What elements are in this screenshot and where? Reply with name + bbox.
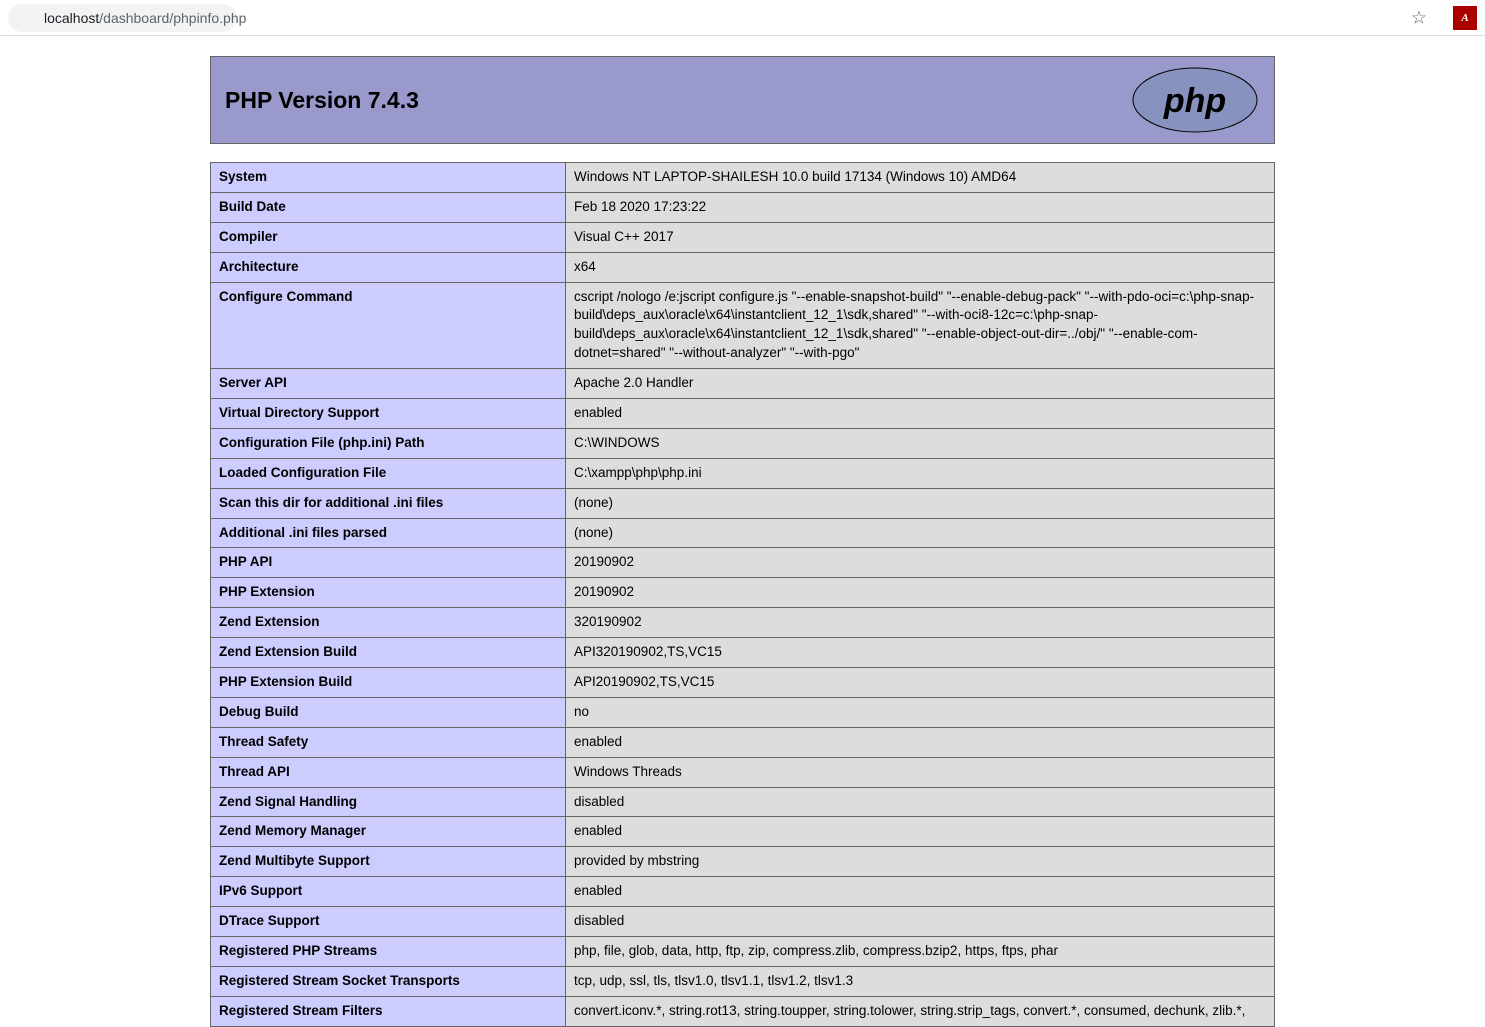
config-value: C:\WINDOWS bbox=[566, 428, 1275, 458]
svg-text:php: php bbox=[1163, 82, 1226, 120]
adobe-extension-icon[interactable]: A bbox=[1453, 6, 1477, 30]
table-row: Virtual Directory Supportenabled bbox=[211, 399, 1275, 429]
browser-address-bar: i localhost/dashboard/phpinfo.php ☆ A bbox=[0, 0, 1485, 36]
config-value: (none) bbox=[566, 488, 1275, 518]
config-key: Configuration File (php.ini) Path bbox=[211, 428, 566, 458]
table-row: SystemWindows NT LAPTOP-SHAILESH 10.0 bu… bbox=[211, 163, 1275, 193]
table-row: DTrace Supportdisabled bbox=[211, 907, 1275, 937]
config-key: Zend Multibyte Support bbox=[211, 847, 566, 877]
config-value: 20190902 bbox=[566, 578, 1275, 608]
config-value: x64 bbox=[566, 252, 1275, 282]
config-key: Zend Signal Handling bbox=[211, 787, 566, 817]
config-value: Feb 18 2020 17:23:22 bbox=[566, 192, 1275, 222]
config-value: Apache 2.0 Handler bbox=[566, 369, 1275, 399]
config-key: Zend Extension Build bbox=[211, 638, 566, 668]
config-value: php, file, glob, data, http, ftp, zip, c… bbox=[566, 937, 1275, 967]
config-key: Registered PHP Streams bbox=[211, 937, 566, 967]
config-value: Visual C++ 2017 bbox=[566, 222, 1275, 252]
config-value: Windows Threads bbox=[566, 757, 1275, 787]
config-key: Architecture bbox=[211, 252, 566, 282]
config-key: Debug Build bbox=[211, 697, 566, 727]
php-version-title: PHP Version 7.4.3 bbox=[225, 87, 419, 114]
table-row: CompilerVisual C++ 2017 bbox=[211, 222, 1275, 252]
table-row: Additional .ini files parsed(none) bbox=[211, 518, 1275, 548]
config-key: IPv6 Support bbox=[211, 877, 566, 907]
config-value: enabled bbox=[566, 399, 1275, 429]
config-value: no bbox=[566, 697, 1275, 727]
table-row: Architecturex64 bbox=[211, 252, 1275, 282]
config-key: Scan this dir for additional .ini files bbox=[211, 488, 566, 518]
table-row: Registered Stream Filtersconvert.iconv.*… bbox=[211, 996, 1275, 1026]
config-key: Compiler bbox=[211, 222, 566, 252]
url-input-wrap[interactable]: i localhost/dashboard/phpinfo.php ☆ bbox=[8, 4, 1439, 32]
config-key: System bbox=[211, 163, 566, 193]
table-row: Zend Signal Handlingdisabled bbox=[211, 787, 1275, 817]
table-row: Scan this dir for additional .ini files(… bbox=[211, 488, 1275, 518]
config-value: provided by mbstring bbox=[566, 847, 1275, 877]
config-value: convert.iconv.*, string.rot13, string.to… bbox=[566, 996, 1275, 1026]
phpinfo-header: PHP Version 7.4.3 php bbox=[210, 56, 1275, 144]
table-row: Registered PHP Streamsphp, file, glob, d… bbox=[211, 937, 1275, 967]
table-row: Zend Extension BuildAPI320190902,TS,VC15 bbox=[211, 638, 1275, 668]
config-key: Registered Stream Filters bbox=[211, 996, 566, 1026]
config-value: enabled bbox=[566, 817, 1275, 847]
phpinfo-table: SystemWindows NT LAPTOP-SHAILESH 10.0 bu… bbox=[210, 162, 1275, 1027]
php-logo-icon: php bbox=[1130, 66, 1260, 134]
config-key: Thread Safety bbox=[211, 727, 566, 757]
table-row: IPv6 Supportenabled bbox=[211, 877, 1275, 907]
config-value: API320190902,TS,VC15 bbox=[566, 638, 1275, 668]
phpinfo-content: PHP Version 7.4.3 php SystemWindows NT L… bbox=[210, 56, 1275, 1027]
config-value: disabled bbox=[566, 907, 1275, 937]
config-value: (none) bbox=[566, 518, 1275, 548]
config-key: Zend Extension bbox=[211, 608, 566, 638]
url-input[interactable] bbox=[8, 4, 237, 32]
table-row: Loaded Configuration FileC:\xampp\php\ph… bbox=[211, 458, 1275, 488]
config-key: Thread API bbox=[211, 757, 566, 787]
config-value: tcp, udp, ssl, tls, tlsv1.0, tlsv1.1, tl… bbox=[566, 966, 1275, 996]
config-key: Configure Command bbox=[211, 282, 566, 369]
table-row: Server APIApache 2.0 Handler bbox=[211, 369, 1275, 399]
config-value: cscript /nologo /e:jscript configure.js … bbox=[566, 282, 1275, 369]
config-key: Server API bbox=[211, 369, 566, 399]
config-value: enabled bbox=[566, 727, 1275, 757]
config-value: disabled bbox=[566, 787, 1275, 817]
table-row: Thread Safetyenabled bbox=[211, 727, 1275, 757]
config-key: Registered Stream Socket Transports bbox=[211, 966, 566, 996]
config-key: DTrace Support bbox=[211, 907, 566, 937]
config-key: Zend Memory Manager bbox=[211, 817, 566, 847]
table-row: Configuration File (php.ini) PathC:\WIND… bbox=[211, 428, 1275, 458]
config-key: PHP API bbox=[211, 548, 566, 578]
config-key: Additional .ini files parsed bbox=[211, 518, 566, 548]
bookmark-star-icon[interactable]: ☆ bbox=[1411, 7, 1427, 28]
config-value: enabled bbox=[566, 877, 1275, 907]
table-row: Debug Buildno bbox=[211, 697, 1275, 727]
config-value: C:\xampp\php\php.ini bbox=[566, 458, 1275, 488]
table-row: Zend Multibyte Supportprovided by mbstri… bbox=[211, 847, 1275, 877]
table-row: Registered Stream Socket Transportstcp, … bbox=[211, 966, 1275, 996]
config-value: API20190902,TS,VC15 bbox=[566, 668, 1275, 698]
config-value: Windows NT LAPTOP-SHAILESH 10.0 build 17… bbox=[566, 163, 1275, 193]
table-row: Configure Commandcscript /nologo /e:jscr… bbox=[211, 282, 1275, 369]
config-key: PHP Extension Build bbox=[211, 668, 566, 698]
table-row: Build DateFeb 18 2020 17:23:22 bbox=[211, 192, 1275, 222]
config-key: Virtual Directory Support bbox=[211, 399, 566, 429]
config-key: PHP Extension bbox=[211, 578, 566, 608]
config-key: Build Date bbox=[211, 192, 566, 222]
table-row: PHP Extension BuildAPI20190902,TS,VC15 bbox=[211, 668, 1275, 698]
config-value: 320190902 bbox=[566, 608, 1275, 638]
table-row: Zend Extension320190902 bbox=[211, 608, 1275, 638]
table-row: Zend Memory Managerenabled bbox=[211, 817, 1275, 847]
config-value: 20190902 bbox=[566, 548, 1275, 578]
table-row: PHP API20190902 bbox=[211, 548, 1275, 578]
table-row: PHP Extension20190902 bbox=[211, 578, 1275, 608]
config-key: Loaded Configuration File bbox=[211, 458, 566, 488]
table-row: Thread APIWindows Threads bbox=[211, 757, 1275, 787]
